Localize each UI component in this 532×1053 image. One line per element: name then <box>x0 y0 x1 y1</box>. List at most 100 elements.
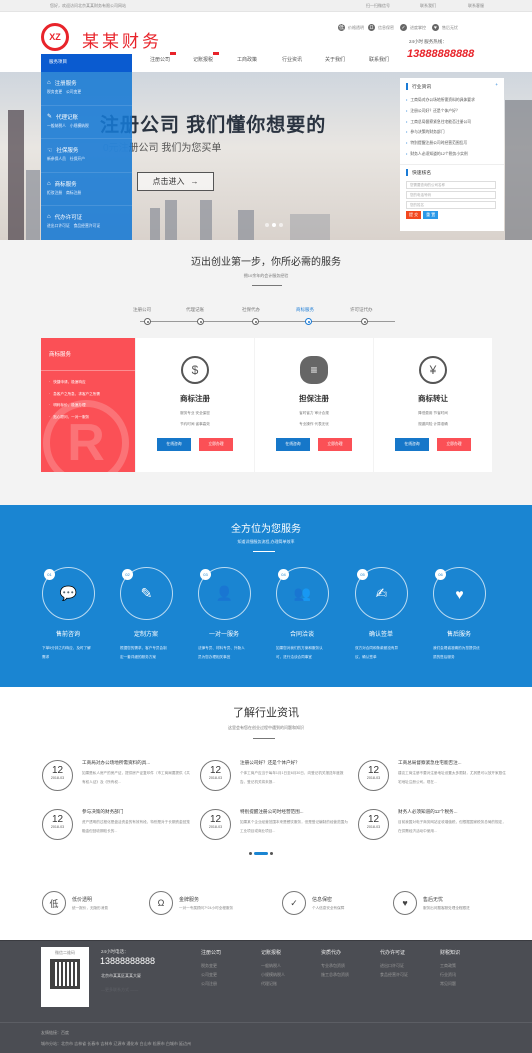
timeline-step[interactable]: 代理记账 <box>186 307 204 313</box>
footer-link[interactable]: 施工总承包资质 <box>321 970 349 979</box>
service-item-license[interactable]: ⌂ 代办许可证 进出口许可证 食品经营许可证 <box>41 206 132 240</box>
service-item-social-security[interactable]: ☜ 社保服务 新参保人员 社保开户 <box>41 139 132 173</box>
timeline-step[interactable]: 注册公司 <box>133 307 151 313</box>
banner-title: 注册公司 我们懂你想要的 <box>100 115 327 136</box>
panel-news-item[interactable]: 工商总局督察紧急住宅能否注册公司 <box>406 117 498 128</box>
hotline-number[interactable]: 13888888888 <box>407 48 474 60</box>
name-input[interactable]: 您的姓名 <box>406 200 496 209</box>
contact-link[interactable]: 联系我们 <box>420 3 436 9</box>
slide-dot-active[interactable] <box>272 223 276 227</box>
hot-badge <box>170 52 177 55</box>
apply-button[interactable]: 立即办理 <box>318 438 352 451</box>
panel-news-item[interactable]: 财务人必须知道的12个税务小实例 <box>406 149 498 160</box>
submit-button[interactable]: 提 交 <box>406 210 422 219</box>
nav-label: 注册公司 <box>150 57 171 63</box>
footer-link[interactable]: 工商政策 <box>440 961 460 970</box>
step-number: 03 <box>200 569 211 580</box>
panel-news-item[interactable]: 工商局对办公场地所需资料的具体要求 <box>406 95 498 106</box>
reset-button[interactable]: 重 置 <box>423 210 439 219</box>
nav-register-company[interactable]: 注册公司 <box>150 52 177 63</box>
footer-link[interactable]: 进出口许可证 <box>380 961 408 970</box>
news-item[interactable]: 12 2018-03 工商局对办公场地所需资料的具... 如果是私人房产的房产证，提供… <box>42 760 192 804</box>
news-item[interactable]: 12 2018-03 财务人必须知道的12个税务... 目前我国对电子商务网站征收增值… <box>358 809 508 853</box>
card-line: 降低费用 节省时间 <box>418 411 448 415</box>
friend-links[interactable]: 友情链接：百度 <box>41 1030 69 1036</box>
service-item-register[interactable]: ⌂ 注册服务 税务变更 公司变更 <box>41 72 132 106</box>
company-name-input[interactable]: 您需要查询的公司名称 <box>406 180 496 189</box>
news-month: 2018-03 <box>50 825 65 829</box>
nav-industry-news[interactable]: 行业资讯 <box>282 56 302 63</box>
logo-icon[interactable]: XZ <box>41 23 69 51</box>
more-icon[interactable]: + <box>495 83 498 90</box>
footer-link[interactable]: 一般纳税人 <box>261 961 285 970</box>
slide-dot[interactable] <box>265 223 269 227</box>
news-title[interactable]: 注册公司好？还是个体户好？ <box>240 760 300 766</box>
footer-link[interactable]: 行业资讯 <box>440 970 460 979</box>
timeline-step-active[interactable]: 商标服务 <box>296 307 314 313</box>
consult-button[interactable]: 在线咨询 <box>276 438 310 451</box>
page-dot[interactable] <box>270 852 273 855</box>
service-item-bookkeeping[interactable]: ✎ 代理记账 一般纳税人 小规模纳税 <box>41 106 132 140</box>
footer-link[interactable]: 税务变更 <box>201 961 221 970</box>
section-full-title: 全方位为您服务 <box>231 524 301 535</box>
service-title: 商标服务 <box>54 181 77 188</box>
footer-link[interactable]: 代理记账 <box>261 979 285 988</box>
phone-input[interactable]: 您的电话号码 <box>406 190 496 199</box>
consult-button[interactable]: 在线咨询 <box>395 438 429 451</box>
footer-link[interactable]: 小规模纳税人 <box>261 970 285 979</box>
nav-about[interactable]: 关于我们 <box>325 56 345 63</box>
footer-link[interactable]: 专业承包资质 <box>321 961 349 970</box>
customer-service-link[interactable]: 联系客服 <box>468 3 484 9</box>
timeline-node-active[interactable] <box>305 318 312 325</box>
apply-button[interactable]: 立即办理 <box>199 438 233 451</box>
feature-label: 售后无忧 <box>442 24 458 30</box>
card-line: 专业操作 代表无忧 <box>299 422 329 426</box>
apply-button[interactable]: 立即办理 <box>437 438 471 451</box>
timeline-node[interactable] <box>197 318 204 325</box>
timeline-step[interactable]: 社保代办 <box>242 307 260 313</box>
pencil-ruler-icon: ✎ <box>140 585 153 601</box>
news-month: 2018-03 <box>366 825 381 829</box>
news-item[interactable]: 12 2018-03 特别提醒注册公司时经营范围... 如果某个企业经营范围本来是餐饮… <box>200 809 350 853</box>
footer-link[interactable]: 公司注册 <box>201 979 221 988</box>
timeline-node[interactable] <box>252 318 259 325</box>
nav-bookkeeping[interactable]: 记账报税 <box>193 52 220 63</box>
wechat-link[interactable]: 扫一扫微信号 <box>366 3 390 9</box>
nav-contact[interactable]: 联系我们 <box>369 56 389 63</box>
news-title[interactable]: 特别提醒注册公司时经营范围... <box>240 809 304 815</box>
slide-dot[interactable] <box>279 223 283 227</box>
section-news-subtitle: 这里会有您在创业过程中遇到的问题和知识 <box>228 725 304 730</box>
page-dot-active[interactable] <box>254 852 268 855</box>
panel-news-item[interactable]: 参与决策的财务部门 <box>406 127 498 138</box>
footer-link[interactable]: 公司变更 <box>201 970 221 979</box>
news-item[interactable]: 12 2018-03 参与决策的财务部门 资产透明的过程化是盘活资金的有效有段，特别是… <box>42 809 192 853</box>
service-sub: 一般纳税人 小规模纳税 <box>47 123 89 128</box>
news-title[interactable]: 参与决策的财务部门 <box>82 809 123 815</box>
service-title: 代理记账 <box>56 114 79 121</box>
timeline-node[interactable] <box>361 318 368 325</box>
footer-link[interactable]: 常见问题 <box>440 979 460 988</box>
service-tab[interactable]: 服务项目 <box>41 54 132 72</box>
news-title[interactable]: 工商局对办公场地所需资料的具... <box>82 760 150 766</box>
medal-icon: Ω <box>368 24 375 31</box>
panel-news-item[interactable]: 特别提醒注册公司时经营范围乱写 <box>406 138 498 149</box>
timeline-node[interactable] <box>144 318 151 325</box>
arrow-right-icon: → <box>190 177 199 186</box>
news-item[interactable]: 12 2018-03 注册公司好？还是个体户好？ 个体工商户应当于每年1月1日至6月3… <box>200 760 350 804</box>
news-title[interactable]: 财务人必须知道的12个税务... <box>398 809 457 815</box>
brand-name[interactable]: 某某财务 <box>82 27 162 52</box>
enter-button[interactable]: 点击进入 → <box>137 172 214 191</box>
consult-button[interactable]: 在线咨询 <box>157 438 191 451</box>
nav-policy[interactable]: 工商政策 <box>237 56 257 63</box>
news-item[interactable]: 12 2018-03 工商总局督察紧急住宅能否注... 建议工商注册不要对注册地址设置… <box>358 760 508 804</box>
city-sites[interactable]: 城市分站：北京市 吉林省 长春市 吉林市 辽源市 通化市 白山市 松原市 白城市… <box>41 1041 191 1047</box>
page-dot[interactable] <box>249 852 252 855</box>
timeline-step[interactable]: 许可证代办 <box>350 307 373 313</box>
panel-news-item[interactable]: 注册公司好？还是个体户好？ <box>406 106 498 117</box>
footer-link[interactable]: 食品经营许可证 <box>380 970 408 979</box>
feature-label: 进度掌控 <box>410 24 426 30</box>
news-title[interactable]: 工商总局督察紧急住宅能否注... <box>398 760 462 766</box>
date-badge: 12 2018-03 <box>358 809 389 840</box>
service-sub: 税务变更 公司变更 <box>47 90 82 94</box>
service-item-trademark[interactable]: ⌂ 商标服务 拒驳注册 商标注册 <box>41 173 132 207</box>
